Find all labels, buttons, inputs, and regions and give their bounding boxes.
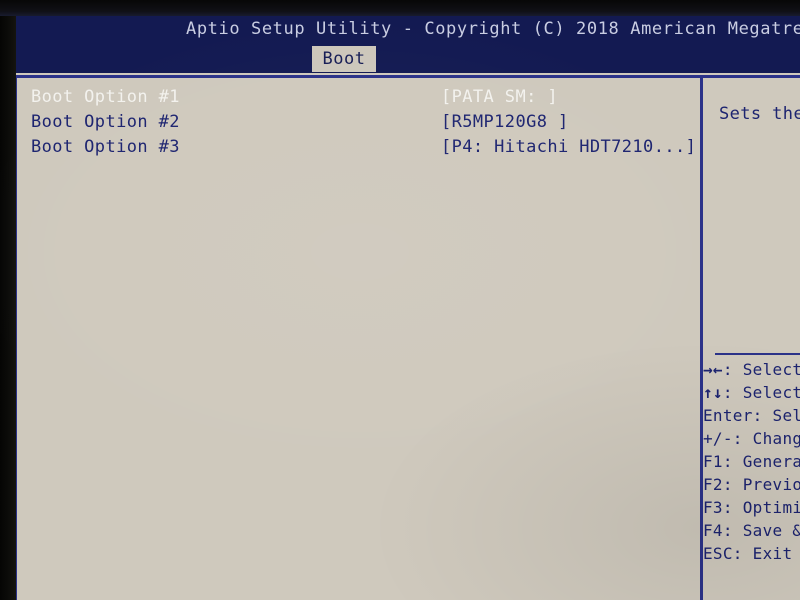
boot-option-row-3[interactable]: Boot Option #3 [P4: Hitachi HDT7210...] [17, 134, 700, 159]
arrow-left-right-icon: →← [703, 360, 723, 379]
boot-option-row-2[interactable]: Boot Option #2 [R5MP120G8 ] [17, 109, 700, 134]
title-bar: Aptio Setup Utility - Copyright (C) 2018… [0, 14, 800, 46]
photo-edge-top [0, 0, 800, 16]
menu-bar [0, 46, 800, 73]
key-legend-item-select-vertical: ↑↓: Select [703, 383, 800, 406]
help-pane: Sets the →←: Select ↑↓: Select Enter: Se… [703, 78, 800, 600]
key-legend-item-f3: F3: Optimize [703, 498, 800, 517]
boot-option-value-2[interactable]: [R5MP120G8 ] [441, 112, 569, 132]
boot-option-label-2: Boot Option #2 [31, 112, 180, 132]
key-legend-item-select-horizontal: →←: Select [703, 360, 800, 383]
help-description: Sets the [719, 104, 800, 124]
key-legend-item-esc: ESC: Exit [703, 544, 793, 563]
key-legend-item-f4: F4: Save & E [703, 521, 800, 540]
key-legend-item-plus-minus: +/-: Change [703, 429, 800, 448]
boot-options-pane: Boot Option #1 [PATA SM: ] Boot Option #… [17, 78, 700, 600]
boot-option-value-3[interactable]: [P4: Hitachi HDT7210...] [441, 137, 696, 157]
photo-edge-left [0, 0, 16, 600]
boot-option-label-1: Boot Option #1 [31, 87, 180, 107]
page-title: Aptio Setup Utility - Copyright (C) 2018… [186, 19, 800, 39]
key-legend-item-f1: F1: General [703, 452, 800, 471]
bios-setup-screen: Aptio Setup Utility - Copyright (C) 2018… [0, 0, 800, 600]
help-separator [715, 353, 800, 355]
boot-option-label-3: Boot Option #3 [31, 137, 180, 157]
boot-option-value-1[interactable]: [PATA SM: ] [441, 87, 558, 107]
arrow-up-down-icon: ↑↓ [703, 383, 723, 402]
key-legend-text-0: : Select [722, 360, 800, 379]
key-legend: →←: Select ↑↓: Select Enter: Sele +/-: C… [703, 360, 800, 567]
tab-boot[interactable]: Boot [312, 46, 376, 72]
key-legend-item-enter: Enter: Sele [703, 406, 800, 425]
boot-option-row-1[interactable]: Boot Option #1 [PATA SM: ] [17, 84, 700, 109]
key-legend-text-1: : Select [722, 383, 800, 402]
key-legend-item-f2: F2: Previous [703, 475, 800, 494]
